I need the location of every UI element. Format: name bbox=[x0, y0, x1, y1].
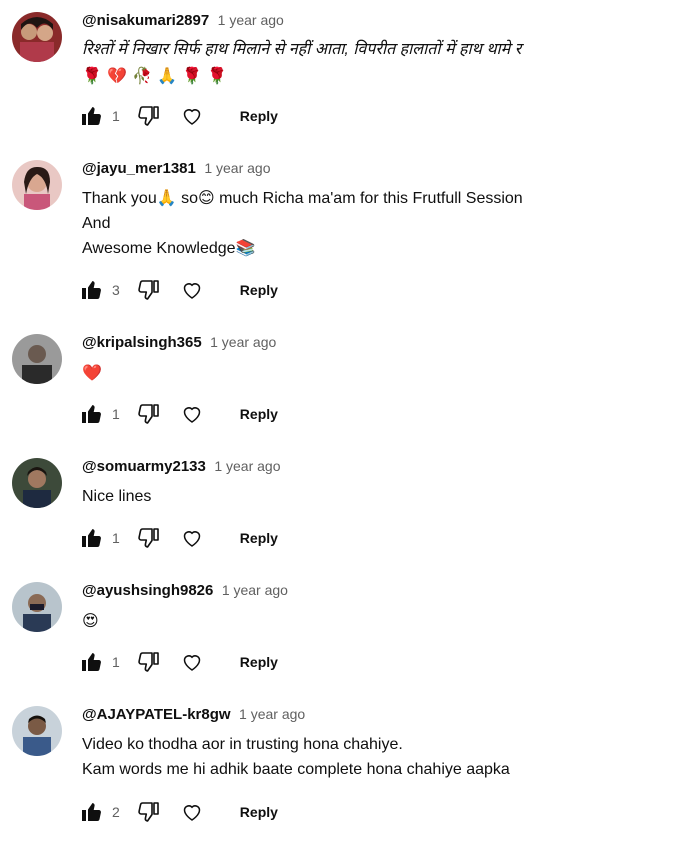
comment-time[interactable]: 1 year ago bbox=[204, 160, 270, 176]
heart-icon[interactable] bbox=[180, 402, 204, 426]
comment-time[interactable]: 1 year ago bbox=[239, 706, 305, 722]
like-filled-icon[interactable] bbox=[80, 402, 104, 426]
like-count: 1 bbox=[112, 108, 120, 124]
comment-actions: 1 Reply bbox=[80, 650, 278, 674]
like-count: 1 bbox=[112, 530, 120, 546]
comment-header: @AJAYPATEL-kr8gw 1 year ago bbox=[82, 706, 305, 724]
comment-author[interactable]: @nisakumari2897 bbox=[82, 12, 209, 29]
reply-button[interactable]: Reply bbox=[240, 282, 278, 298]
comment-header: @kripalsingh365 1 year ago bbox=[82, 334, 276, 352]
dislike-icon[interactable] bbox=[136, 526, 160, 550]
avatar[interactable] bbox=[12, 706, 62, 756]
comment-text: Nice lines bbox=[82, 488, 152, 505]
avatar[interactable] bbox=[12, 582, 62, 632]
comment-time[interactable]: 1 year ago bbox=[214, 458, 280, 474]
comment-header: @somuarmy2133 1 year ago bbox=[82, 458, 281, 476]
like-filled-icon[interactable] bbox=[80, 800, 104, 824]
heart-icon[interactable] bbox=[180, 104, 204, 128]
comment-text: 😍 bbox=[82, 611, 99, 630]
like-count: 1 bbox=[112, 654, 120, 670]
like-count: 2 bbox=[112, 804, 120, 820]
reply-button[interactable]: Reply bbox=[240, 108, 278, 124]
like-filled-icon[interactable] bbox=[80, 650, 104, 674]
avatar[interactable] bbox=[12, 458, 62, 508]
like-filled-icon[interactable] bbox=[80, 278, 104, 302]
comment-author[interactable]: @jayu_mer1381 bbox=[82, 160, 196, 177]
comment-author[interactable]: @AJAYPATEL-kr8gw bbox=[82, 706, 231, 723]
dislike-icon[interactable] bbox=[136, 278, 160, 302]
heart-icon[interactable] bbox=[180, 526, 204, 550]
comment-header: @ayushsingh9826 1 year ago bbox=[82, 582, 288, 600]
avatar[interactable] bbox=[12, 12, 62, 62]
avatar[interactable] bbox=[12, 160, 62, 210]
comment-header: @nisakumari2897 1 year ago bbox=[82, 12, 284, 30]
comment-actions: 1 Reply bbox=[80, 402, 278, 426]
comment-text: ❤️ bbox=[82, 363, 102, 382]
like-filled-icon[interactable] bbox=[80, 104, 104, 128]
reply-button[interactable]: Reply bbox=[240, 530, 278, 546]
comment-actions: 1 Reply bbox=[80, 526, 278, 550]
heart-icon[interactable] bbox=[180, 278, 204, 302]
dislike-icon[interactable] bbox=[136, 402, 160, 426]
reply-button[interactable]: Reply bbox=[240, 406, 278, 422]
comment-time[interactable]: 1 year ago bbox=[222, 582, 288, 598]
comment-time[interactable]: 1 year ago bbox=[210, 334, 276, 350]
comment-actions: 2 Reply bbox=[80, 800, 278, 824]
comment-time[interactable]: 1 year ago bbox=[218, 12, 284, 28]
comment-actions: 3 Reply bbox=[80, 278, 278, 302]
heart-icon[interactable] bbox=[180, 800, 204, 824]
reply-button[interactable]: Reply bbox=[240, 804, 278, 820]
dislike-icon[interactable] bbox=[136, 104, 160, 128]
comment-text-emojis: 🌹 💔 🥀 🙏 🌹 🌹 bbox=[82, 66, 227, 85]
comment-actions: 1 Reply bbox=[80, 104, 278, 128]
dislike-icon[interactable] bbox=[136, 800, 160, 824]
heart-icon[interactable] bbox=[180, 650, 204, 674]
comment-author[interactable]: @ayushsingh9826 bbox=[82, 582, 213, 599]
avatar[interactable] bbox=[12, 334, 62, 384]
reply-button[interactable]: Reply bbox=[240, 654, 278, 670]
comment-author[interactable]: @somuarmy2133 bbox=[82, 458, 206, 475]
comment-text: Video ko thodha aor in trusting hona cha… bbox=[82, 736, 510, 778]
comment-author[interactable]: @kripalsingh365 bbox=[82, 334, 202, 351]
comment-text: Thank you🙏 so😊 much Richa ma'am for this… bbox=[82, 190, 523, 257]
like-count: 3 bbox=[112, 282, 120, 298]
like-count: 1 bbox=[112, 406, 120, 422]
comment-text: रिश्तों में निखार सिर्फ हाथ मिलाने से नह… bbox=[82, 41, 522, 58]
like-filled-icon[interactable] bbox=[80, 526, 104, 550]
comment-header: @jayu_mer1381 1 year ago bbox=[82, 160, 271, 178]
dislike-icon[interactable] bbox=[136, 650, 160, 674]
